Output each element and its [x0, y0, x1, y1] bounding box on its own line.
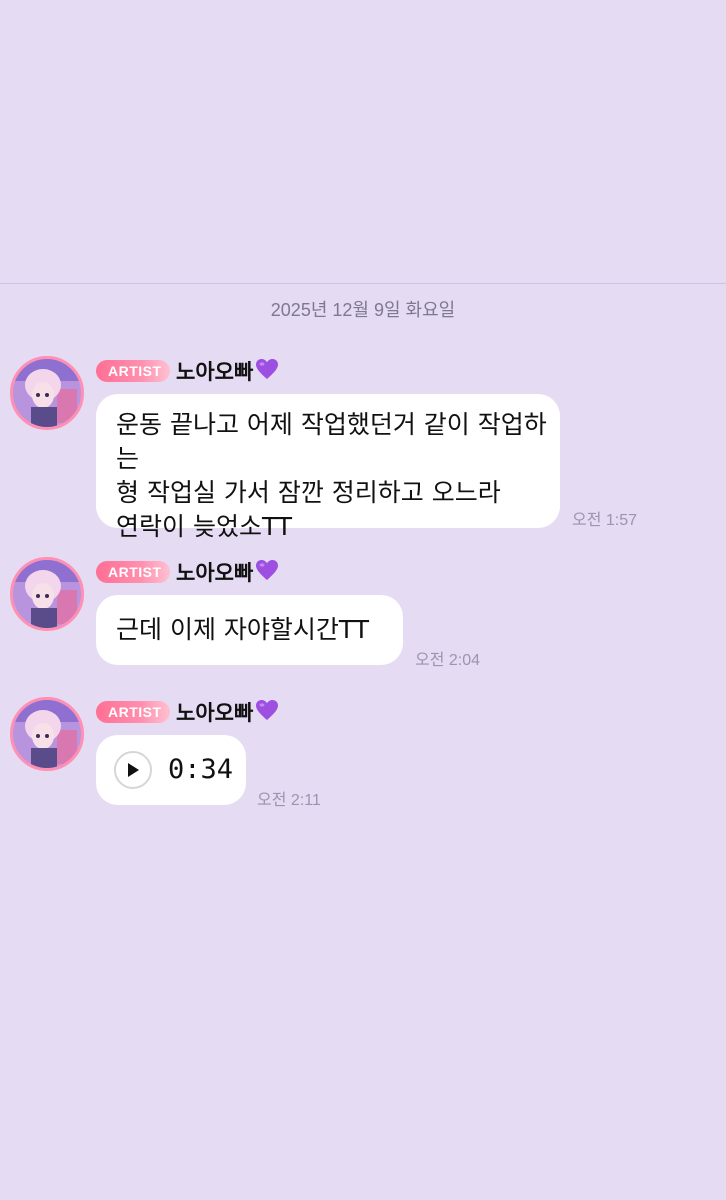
message-line: 운동 끝나고 어제 작업했던거 같이 작업하는 — [116, 410, 547, 473]
date-separator: 2025년 12월 9일 화요일 — [270, 300, 456, 320]
message-item: ARTIST 노아오빠 운동 끝나고 어제 작업했던거 같이 작업하는 형 작업… — [0, 356, 726, 541]
artist-badge: ARTIST — [96, 701, 170, 723]
avatar-illustration — [13, 359, 81, 427]
voice-message-bubble[interactable]: 0:34 — [96, 735, 246, 805]
avatar[interactable] — [10, 697, 84, 771]
sender-row: ARTIST 노아오빠 — [96, 559, 279, 585]
header-divider — [0, 283, 726, 284]
purple-heart-icon — [255, 559, 279, 585]
message-bubble[interactable]: 운동 끝나고 어제 작업했던거 같이 작업하는 형 작업실 가서 잠깐 정리하고… — [96, 394, 560, 541]
message-time: 오전 1:57 — [572, 512, 638, 529]
artist-badge: ARTIST — [96, 360, 170, 382]
avatar[interactable] — [10, 356, 84, 430]
purple-heart-icon — [255, 699, 279, 725]
sender-name: 노아오빠 — [176, 701, 254, 725]
sender-row: ARTIST 노아오빠 — [96, 358, 279, 384]
message-item: ARTIST 노아오빠 0:34 오전 2:11 — [0, 697, 726, 817]
message-line: 근데 이제 자야할시간TT — [116, 615, 369, 644]
message-line: 연락이 늦었소TT — [116, 512, 293, 541]
message-time: 오전 2:04 — [415, 652, 481, 669]
sender-row: ARTIST 노아오빠 — [96, 699, 279, 725]
sender-name: 노아오빠 — [176, 360, 254, 384]
play-icon — [128, 763, 139, 777]
purple-heart-icon — [255, 358, 279, 384]
artist-badge: ARTIST — [96, 561, 170, 583]
play-button[interactable] — [114, 751, 152, 789]
message-item: ARTIST 노아오빠 근데 이제 자야할시간TT 오전 2:04 — [0, 557, 726, 677]
avatar-illustration — [13, 700, 81, 768]
avatar[interactable] — [10, 557, 84, 631]
sender-name: 노아오빠 — [176, 561, 254, 585]
message-line: 형 작업실 가서 잠깐 정리하고 오느라 — [116, 478, 501, 507]
message-time: 오전 2:11 — [257, 792, 321, 809]
avatar-illustration — [13, 560, 81, 628]
voice-duration: 0:34 — [168, 754, 234, 785]
message-bubble[interactable]: 근데 이제 자야할시간TT — [96, 595, 403, 665]
